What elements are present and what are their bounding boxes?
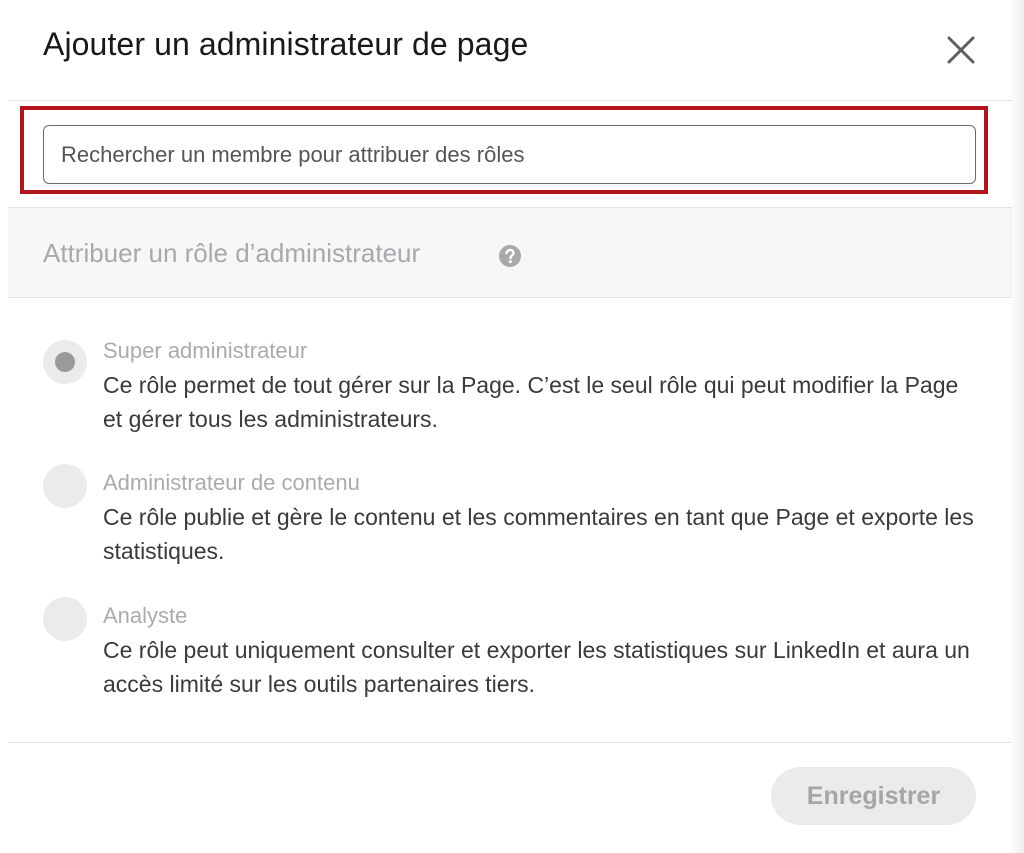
role-description: Ce rôle publie et gère le contenu et les… — [103, 504, 974, 564]
member-search-input[interactable] — [43, 125, 976, 184]
analyst-radio[interactable] — [43, 597, 87, 641]
role-name: Super administrateur — [103, 338, 308, 363]
dialog-edge-shadow — [1010, 0, 1024, 853]
role-description: Ce rôle permet de tout gérer sur la Page… — [103, 372, 959, 432]
add-page-admin-dialog: Ajouter un administrateur de page Attrib… — [0, 0, 1024, 853]
role-name: Analyste — [103, 603, 188, 628]
role-name: Administrateur de contenu — [103, 470, 360, 495]
close-button[interactable] — [936, 26, 986, 74]
close-icon — [947, 36, 975, 64]
super-admin-radio[interactable] — [43, 340, 87, 384]
dialog-title: Ajouter un administrateur de page — [43, 26, 529, 62]
roles-section-title: Attribuer un rôle d’administrateur — [43, 238, 421, 268]
roles-section-header: Attribuer un rôle d’administrateur — [8, 208, 1012, 297]
footer-divider — [8, 742, 1012, 743]
question-circle-icon[interactable] — [498, 244, 522, 268]
radio-selected-dot — [55, 352, 75, 372]
dialog-header: Ajouter un administrateur de page — [0, 0, 1012, 100]
content-admin-radio[interactable] — [43, 464, 87, 508]
save-button[interactable]: Enregistrer — [771, 767, 976, 825]
role-description: Ce rôle peut uniquement consulter et exp… — [103, 637, 970, 697]
roles-header-divider — [8, 297, 1012, 298]
